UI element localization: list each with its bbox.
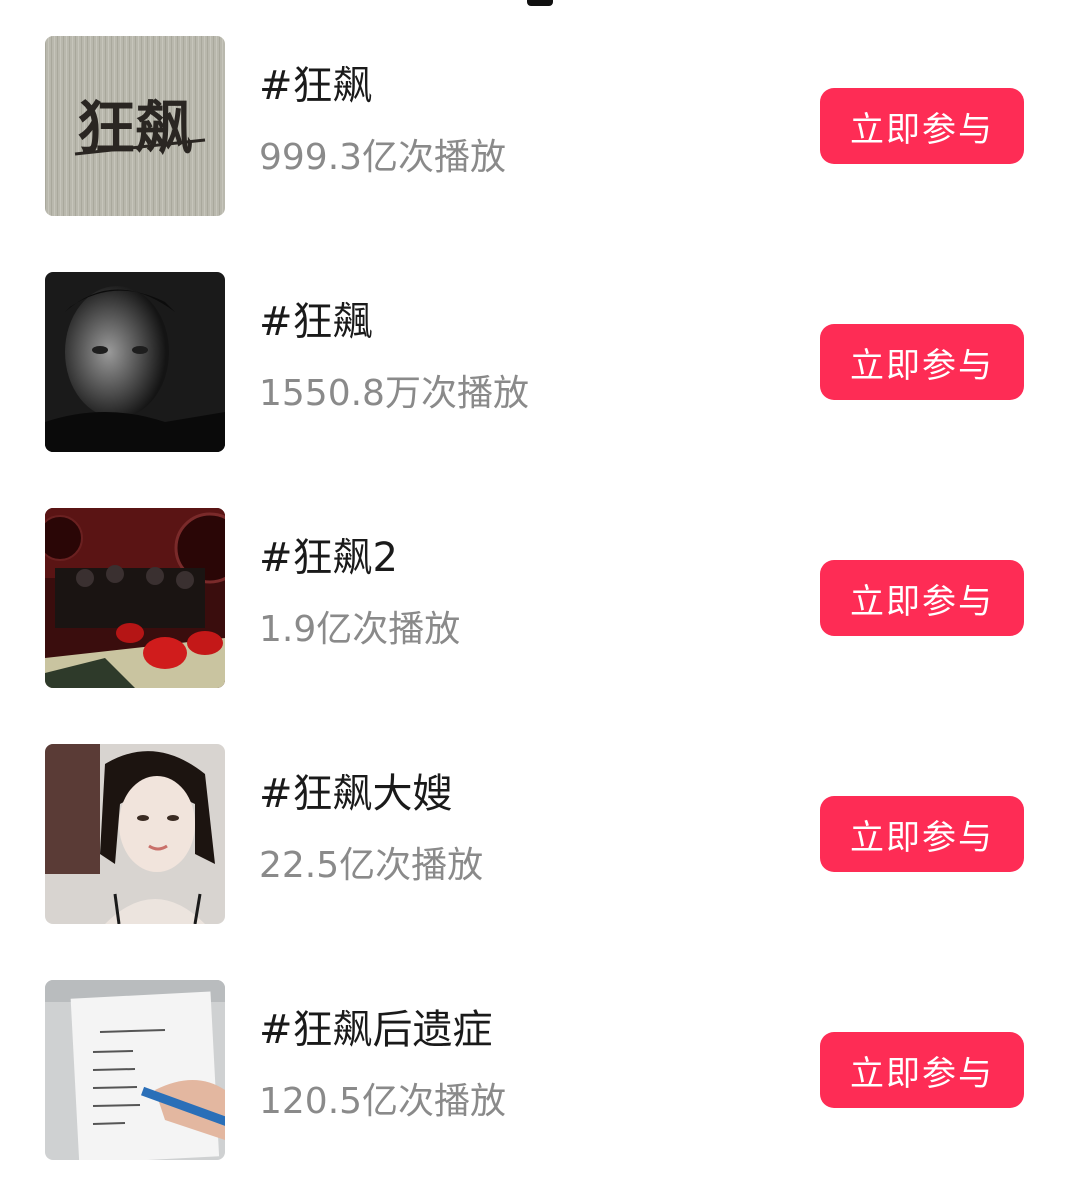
top-scroll-indicator <box>527 0 553 6</box>
play-count: 1.9亿次播放 <box>259 609 461 650</box>
topic-row[interactable]: #狂飆 1550.8万次播放 立即参与 <box>0 272 1080 452</box>
play-count: 120.5亿次播放 <box>259 1081 507 1122</box>
topic-title[interactable]: #狂飙2 <box>259 532 398 584</box>
join-now-button[interactable]: 立即参与 <box>820 88 1024 164</box>
topic-title[interactable]: #狂飙后遗症 <box>259 1004 493 1056</box>
poster-logo-thumbnail[interactable]: 狂飙 <box>45 36 225 216</box>
actor-portrait-thumbnail[interactable] <box>45 272 225 452</box>
topic-row[interactable]: #狂飙后遗症 120.5亿次播放 立即参与 <box>0 980 1080 1160</box>
woman-portrait-thumbnail[interactable] <box>45 744 225 924</box>
handwritten-note-thumbnail[interactable] <box>45 980 225 1160</box>
topic-row[interactable]: #狂飙大嫂 22.5亿次播放 立即参与 <box>0 744 1080 924</box>
topic-title[interactable]: #狂飙 <box>259 60 373 112</box>
play-count: 999.3亿次播放 <box>259 137 507 178</box>
topic-title[interactable]: #狂飆 <box>259 296 373 348</box>
join-now-button[interactable]: 立即参与 <box>820 560 1024 636</box>
join-now-button[interactable]: 立即参与 <box>820 1032 1024 1108</box>
topic-row[interactable]: #狂飙2 1.9亿次播放 立即参与 <box>0 508 1080 688</box>
scene-still-thumbnail[interactable] <box>45 508 225 688</box>
play-count: 1550.8万次播放 <box>259 373 529 414</box>
topic-title[interactable]: #狂飙大嫂 <box>259 768 453 820</box>
join-now-button[interactable]: 立即参与 <box>820 796 1024 872</box>
join-now-button[interactable]: 立即参与 <box>820 324 1024 400</box>
topic-row[interactable]: 狂飙 #狂飙 999.3亿次播放 立即参与 <box>0 36 1080 216</box>
play-count: 22.5亿次播放 <box>259 845 484 886</box>
